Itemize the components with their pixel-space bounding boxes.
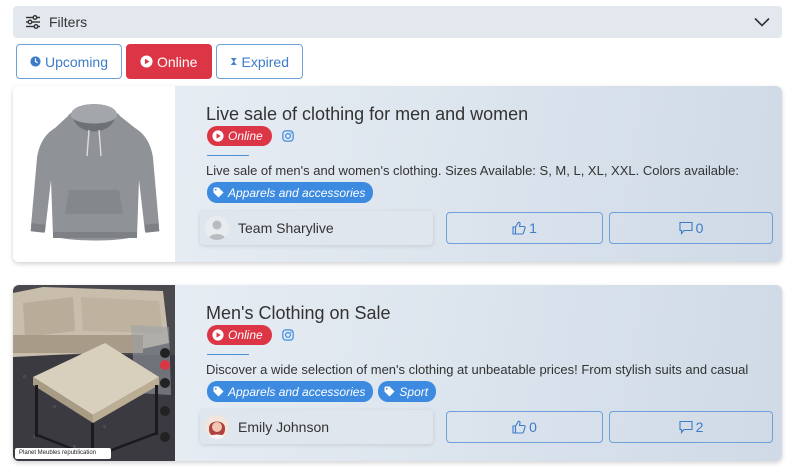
comment-count: 0: [695, 220, 704, 236]
author-chip[interactable]: Emily Johnson: [200, 410, 433, 444]
tag-icon: [384, 386, 395, 397]
event-description: Live sale of men's and women's clothing.…: [206, 163, 739, 178]
tag-icon: [213, 187, 224, 198]
play-icon: [212, 329, 224, 341]
author-chip[interactable]: Team Sharylive: [200, 211, 433, 245]
status-label: Online: [228, 328, 263, 342]
status-label: Online: [228, 129, 263, 143]
thumbnail-edge: [163, 86, 175, 262]
tag-list: Apparels and accessories Sport: [207, 381, 437, 402]
category-tag[interactable]: Sport: [378, 381, 437, 402]
filters-toggle[interactable]: Filters: [13, 6, 782, 38]
hoodie-image: [13, 86, 175, 262]
comment-icon: [679, 420, 693, 434]
tag-label: Apparels and accessories: [228, 185, 366, 200]
thumbs-up-icon: [512, 221, 526, 235]
event-card[interactable]: Planet Meubles republication Men's Cloth…: [13, 285, 782, 461]
divider: [207, 354, 249, 355]
comment-icon: [679, 221, 693, 235]
tag-list: Apparels and accessories: [207, 182, 374, 203]
tab-upcoming[interactable]: Upcoming: [16, 44, 122, 79]
event-thumbnail[interactable]: [13, 86, 175, 262]
clock-icon: [30, 56, 41, 67]
comment-button[interactable]: 2: [609, 411, 773, 443]
comment-button[interactable]: 0: [609, 212, 773, 244]
category-tag[interactable]: Apparels and accessories: [207, 381, 374, 402]
filters-label: Filters: [49, 14, 88, 30]
tab-label: Online: [157, 53, 198, 70]
event-title[interactable]: Live sale of clothing for men and women: [206, 104, 528, 125]
status-row: Online: [207, 325, 294, 345]
status-row: Online: [207, 126, 294, 146]
tab-label: Expired: [241, 53, 289, 70]
tab-online[interactable]: Online: [126, 44, 212, 79]
tag-label: Sport: [399, 384, 429, 399]
thumbs-up-icon: [512, 420, 526, 434]
tab-label: Upcoming: [44, 53, 108, 70]
event-title[interactable]: Men's Clothing on Sale: [206, 303, 391, 324]
author-name: Team Sharylive: [238, 220, 334, 236]
like-button[interactable]: 0: [446, 411, 603, 443]
tag-icon: [213, 386, 224, 397]
event-description: Discover a wide selection of men's cloth…: [206, 362, 749, 377]
avatar-placeholder-icon: [205, 216, 229, 240]
instagram-icon[interactable]: [281, 130, 294, 142]
status-badge: Online: [207, 325, 272, 345]
furniture-photo: [13, 285, 175, 461]
page: Filters Upcoming Online Expired Live sal…: [0, 0, 798, 473]
category-tag[interactable]: Apparels and accessories: [207, 182, 374, 203]
comment-count: 2: [695, 419, 704, 435]
thumbnail-caption: Planet Meubles republication: [19, 450, 97, 456]
author-name: Emily Johnson: [238, 419, 330, 435]
instagram-icon[interactable]: [281, 329, 294, 341]
sliders-icon: [26, 15, 40, 29]
tag-label: Apparels and accessories: [228, 384, 366, 399]
like-count: 1: [529, 220, 537, 236]
like-count: 0: [529, 419, 537, 435]
play-icon: [140, 55, 153, 68]
event-card[interactable]: Live sale of clothing for men and women …: [13, 86, 782, 262]
status-badge: Online: [207, 126, 272, 146]
status-tabs: Upcoming Online Expired: [16, 44, 303, 79]
like-button[interactable]: 1: [446, 212, 603, 244]
divider: [207, 155, 249, 156]
play-icon: [212, 130, 224, 142]
tab-expired[interactable]: Expired: [216, 44, 303, 79]
hourglass-icon: [231, 58, 237, 65]
event-thumbnail[interactable]: Planet Meubles republication: [13, 285, 175, 461]
chevron-down-icon: [754, 17, 770, 27]
avatar: [205, 415, 229, 439]
